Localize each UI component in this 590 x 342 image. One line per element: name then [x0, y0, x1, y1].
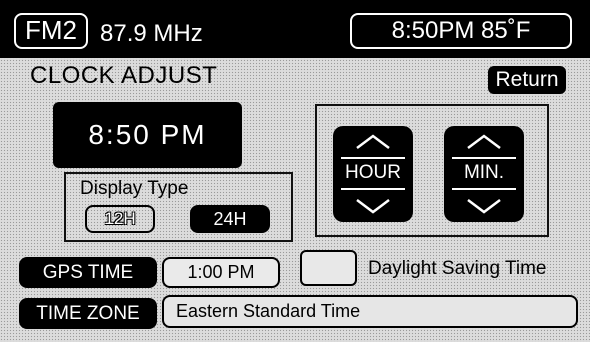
display-12h-button[interactable]: 12H [85, 205, 155, 233]
time-zone-field[interactable]: Eastern Standard Time [162, 295, 578, 328]
hour-down-icon[interactable] [333, 194, 413, 220]
divider [341, 188, 405, 190]
hour-label: HOUR [345, 162, 401, 183]
gps-time-button[interactable]: GPS TIME [19, 257, 157, 288]
time-temperature-readout[interactable]: 8:50PM 85˚F [350, 13, 572, 49]
minute-adjust-control: MIN. [444, 126, 524, 222]
divider [452, 157, 516, 159]
divider [341, 157, 405, 159]
time-zone-button[interactable]: TIME ZONE [19, 298, 157, 329]
frequency-readout: 87.9 MHz [100, 20, 203, 47]
display-type-label: Display Type [80, 178, 189, 199]
minute-up-icon[interactable] [444, 128, 524, 154]
hour-adjust-control: HOUR [333, 126, 413, 222]
daylight-saving-checkbox[interactable] [300, 250, 357, 286]
display-24h-button[interactable]: 24H [190, 205, 270, 233]
gps-time-value[interactable]: 1:00 PM [162, 257, 280, 288]
divider [452, 188, 516, 190]
minute-label: MIN. [463, 162, 505, 183]
band-indicator[interactable]: FM2 [14, 13, 88, 49]
clock-display: 8:50 PM [53, 102, 242, 168]
daylight-saving-label: Daylight Saving Time [368, 258, 547, 279]
page-title: CLOCK ADJUST [30, 62, 218, 89]
minute-down-icon[interactable] [444, 194, 524, 220]
return-button[interactable]: Return [488, 66, 566, 94]
radio-screen: FM2 87.9 MHz 8:50PM 85˚F CLOCK ADJUST Re… [0, 0, 590, 342]
hour-up-icon[interactable] [333, 128, 413, 154]
